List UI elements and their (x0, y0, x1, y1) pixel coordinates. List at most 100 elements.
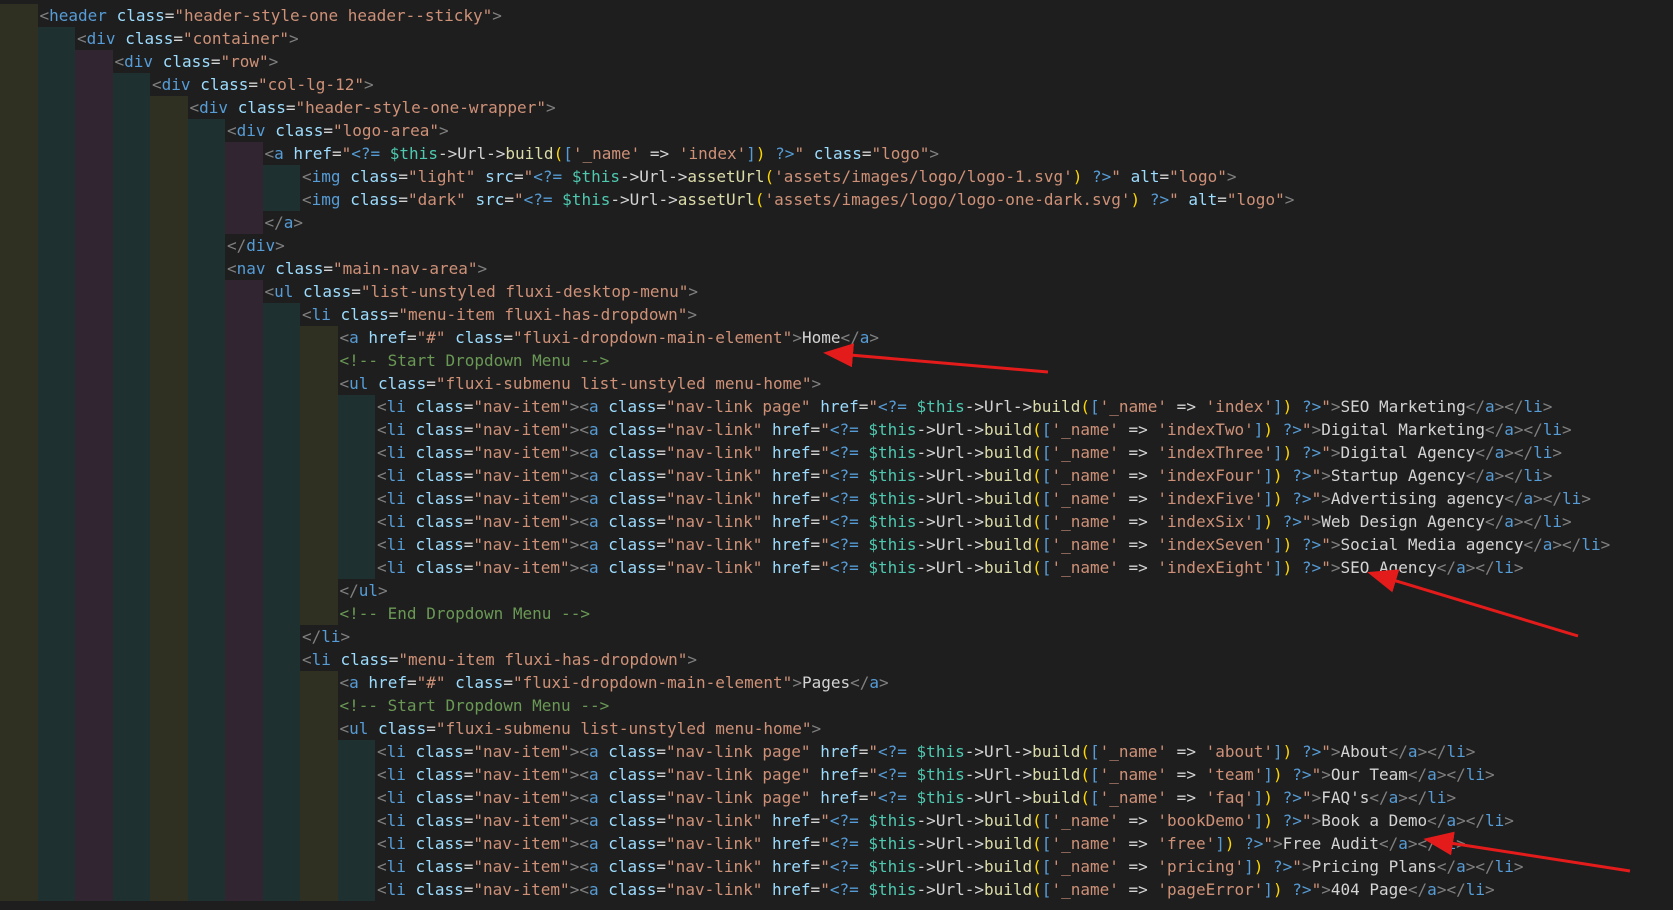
code-token: <?= (829, 811, 859, 830)
code-token: " (820, 558, 830, 577)
indent-guide (37, 855, 75, 878)
code-token: ( (1080, 765, 1090, 784)
code-token: ( (1032, 443, 1042, 462)
code-token: => (1118, 811, 1158, 830)
code-token: ?> (1301, 558, 1322, 577)
indent-guide (0, 234, 38, 257)
indent-guide (37, 73, 75, 96)
code-token: "nav-item" (473, 788, 570, 807)
code-token: Url (983, 397, 1013, 416)
code-token: -> (916, 558, 936, 577)
code-line: <li class="nav-item"><a class="nav-link"… (0, 556, 1673, 579)
code-token: class (608, 443, 657, 462)
indent-guide (37, 832, 75, 855)
code-token: "nav-item" (473, 880, 570, 899)
code-token: "nav-link" (666, 443, 763, 462)
indent-guide (75, 717, 113, 740)
code-token: a (1456, 558, 1466, 577)
code-token: ( (1032, 535, 1042, 554)
indent-guide (187, 878, 225, 901)
code-token: > (1513, 558, 1524, 577)
code-line: <li class="nav-item"><a class="nav-link"… (0, 418, 1673, 441)
code-token: build (983, 880, 1033, 899)
code-token: Url (629, 190, 659, 209)
code-token: ></ (1398, 788, 1428, 807)
code-token: > (1273, 834, 1283, 853)
code-token: = (858, 788, 869, 807)
code-token: = (810, 466, 821, 485)
indent-guide (0, 27, 38, 50)
code-token: <?= (829, 489, 859, 508)
code-token: = (810, 489, 821, 508)
code-token: </ (1407, 765, 1428, 784)
code-token: ) (1253, 857, 1264, 876)
code-token: > (545, 98, 556, 117)
code-token: => (1118, 535, 1158, 554)
code-token: href (772, 489, 811, 508)
code-token: "nav-item" (473, 397, 570, 416)
indent-guide (300, 740, 338, 763)
code-text: </div> (227, 234, 285, 257)
indent-guide (225, 878, 263, 901)
indent-guide (187, 211, 225, 234)
code-token: "nav-item" (473, 466, 570, 485)
code-token: class (415, 558, 464, 577)
code-token: < (377, 788, 387, 807)
code-token: <?= (829, 466, 859, 485)
indent-guide (112, 510, 150, 533)
code-line: <li class="nav-item"><a class="nav-link … (0, 763, 1673, 786)
code-token: build (983, 420, 1033, 439)
code-token: class (608, 880, 657, 899)
code-token: >< (569, 397, 589, 416)
code-token: ></ (1456, 811, 1485, 830)
indent-guide (262, 556, 300, 579)
code-token: class (200, 75, 249, 94)
code-token: = (463, 512, 474, 531)
code-token: li (321, 627, 341, 646)
code-token: href (772, 857, 811, 876)
code-token: > (378, 581, 388, 600)
code-token: = (463, 535, 474, 554)
code-line: <li class="nav-item"><a class="nav-link"… (0, 832, 1673, 855)
code-token: < (189, 98, 200, 117)
indent-guide (37, 510, 75, 533)
code-token: a (588, 742, 599, 761)
code-token: < (339, 673, 350, 692)
code-token: ?> (1292, 880, 1312, 899)
code-token: => (1118, 558, 1158, 577)
indent-guide (225, 556, 263, 579)
code-text: <img class="dark" src="<?= $this->Url->a… (302, 188, 1294, 211)
code-token: = (656, 420, 667, 439)
code-token: a (588, 489, 599, 508)
code-token: ?> (1282, 512, 1302, 531)
code-token: 'indexFive' (1157, 489, 1264, 508)
code-token: ></ (1552, 535, 1582, 554)
indent-guide (75, 602, 113, 625)
code-token: 'indexThree' (1157, 443, 1273, 462)
indent-guide (75, 740, 113, 763)
code-editor[interactable]: <header class="header-style-one header--… (0, 0, 1673, 910)
code-token: > (1552, 443, 1563, 462)
code-token: ></ (1494, 397, 1524, 416)
code-token: ul (358, 581, 379, 600)
code-line: <!-- Start Dropdown Menu --> (0, 694, 1673, 717)
code-token: => (1167, 765, 1206, 784)
code-token: < (152, 75, 162, 94)
code-token: a (1484, 466, 1495, 485)
code-token: -> (916, 420, 936, 439)
code-token: build (983, 857, 1033, 876)
code-token: 'free' (1157, 834, 1216, 853)
code-token: class (608, 788, 657, 807)
code-token: Our Team (1330, 765, 1408, 784)
indent-guide (187, 280, 225, 303)
code-token: = (463, 834, 474, 853)
indent-guide (225, 349, 263, 372)
code-token: " (1301, 788, 1312, 807)
